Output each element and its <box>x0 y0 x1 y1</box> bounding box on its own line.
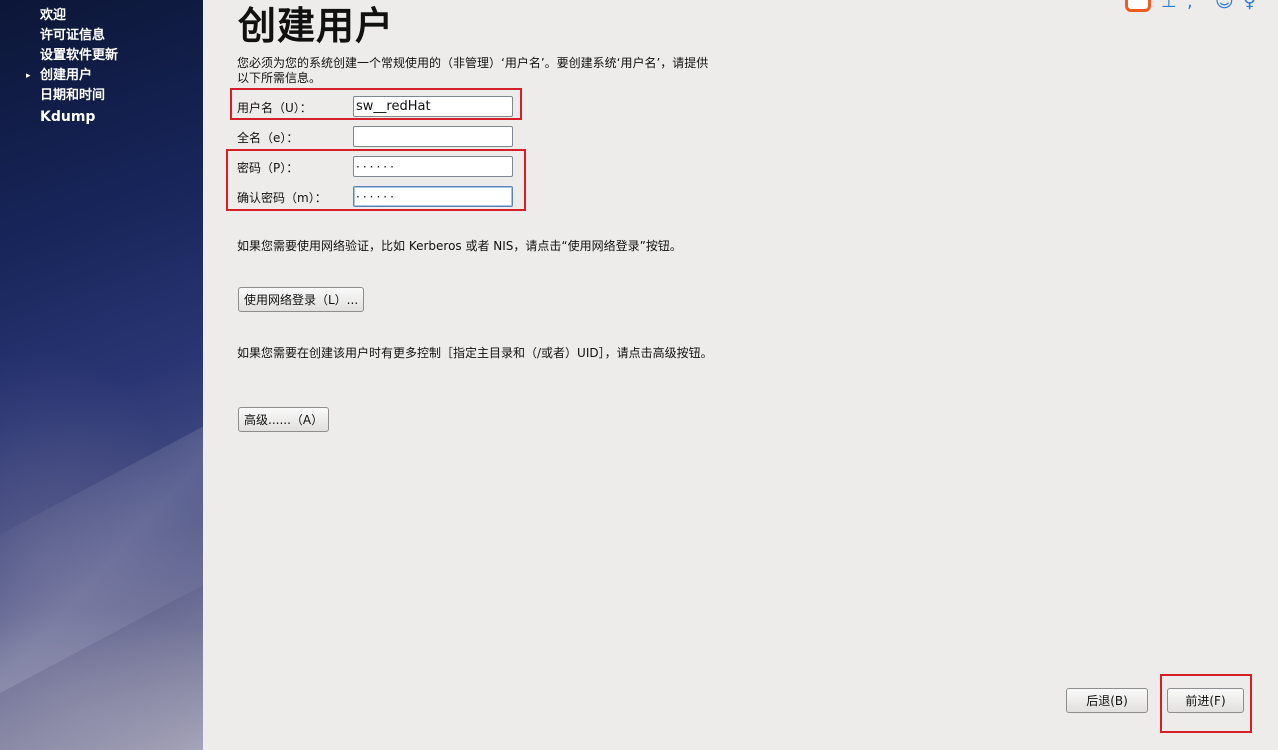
chinese-mode-icon[interactable]: ⊥ <box>1161 0 1177 12</box>
step-list: 欢迎 许可证信息 设置软件更新 ▸ 创建用户 日期和时间 Kdump <box>0 6 203 127</box>
sidebar-item-welcome: 欢迎 <box>0 6 203 26</box>
password-input[interactable] <box>353 156 513 177</box>
sidebar-item-date-time: 日期和时间 <box>0 86 203 106</box>
microphone-icon[interactable]: ♀ <box>1243 0 1256 12</box>
sidebar: 欢迎 许可证信息 设置软件更新 ▸ 创建用户 日期和时间 Kdump <box>0 0 203 750</box>
punctuation-icon[interactable]: , <box>1187 0 1193 12</box>
sidebar-item-license: 许可证信息 <box>0 26 203 46</box>
page-title: 创建用户 <box>238 4 395 48</box>
fullname-input[interactable] <box>353 126 513 147</box>
network-login-text: 如果您需要使用网络验证，比如 Kerberos 或者 NIS，请点击“使用网络登… <box>237 239 682 253</box>
intro-text: 您必须为您的系统创建一个常规使用的（非管理）‘用户名’。要创建系统‘用户名’，请… <box>237 56 709 85</box>
sidebar-item-label: 欢迎 <box>40 8 67 23</box>
sidebar-item-kdump: Kdump <box>0 107 203 127</box>
emoji-icon[interactable]: ☺ <box>1215 0 1234 12</box>
password-label: 密码（P）： <box>237 161 299 175</box>
sidebar-item-create-user: ▸ 创建用户 <box>0 66 203 86</box>
sidebar-item-label: 日期和时间 <box>40 88 106 103</box>
network-login-button[interactable]: 使用网络登录（L）... <box>238 287 365 312</box>
confirm-password-label: 确认密码（m）： <box>237 191 327 205</box>
sogou-logo-icon[interactable] <box>1125 0 1151 12</box>
confirm-password-input[interactable] <box>353 186 513 207</box>
input-method-toolbar[interactable]: ⊥ , ☺ ♀ <box>1125 0 1278 14</box>
username-input[interactable] <box>353 96 513 117</box>
sidebar-item-label: 许可证信息 <box>40 28 106 43</box>
back-button[interactable]: 后退(B) <box>1066 688 1148 713</box>
forward-button[interactable]: 前进(F) <box>1167 688 1244 713</box>
sidebar-item-label: 创建用户 <box>40 68 93 83</box>
fullname-label: 全名（e）： <box>237 131 299 145</box>
advanced-button[interactable]: 高级......（A） <box>238 407 330 432</box>
sidebar-item-software-updates: 设置软件更新 <box>0 46 203 66</box>
username-label: 用户名（U）： <box>237 101 312 115</box>
advanced-text: 如果您需要在创建该用户时有更多控制［指定主目录和（/或者）UID］，请点击高级按… <box>237 346 713 360</box>
sidebar-item-label: 设置软件更新 <box>40 48 119 63</box>
current-step-arrow-icon: ▸ <box>26 71 31 81</box>
sidebar-item-label: Kdump <box>40 109 96 125</box>
